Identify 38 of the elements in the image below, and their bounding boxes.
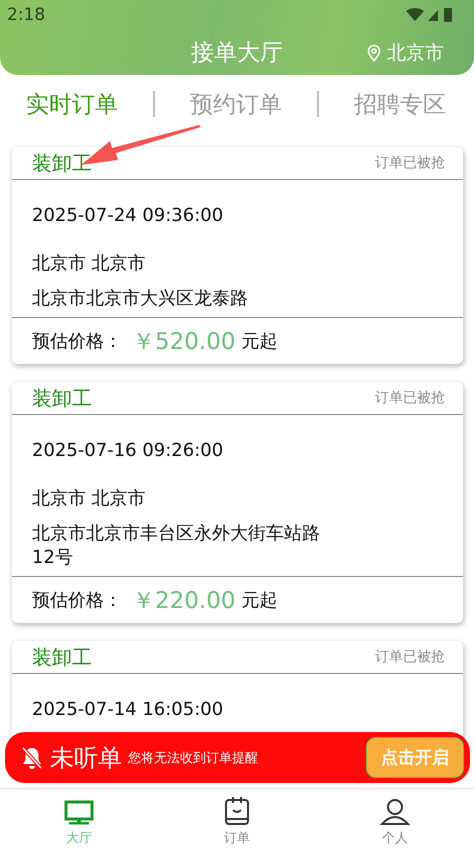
tab[interactable]: 实时订单	[26, 88, 118, 120]
order-time: 2025-07-16 09:26:00	[32, 439, 224, 463]
nav-tab[interactable]: 个人	[316, 789, 474, 849]
order-address: 北京市北京市丰台区永外大街车站路12号	[32, 522, 321, 570]
order-card[interactable]: 装卸工 订单已被抢 2025-07-16 09:26:00 北京市 北京市 北京市北京市丰台区永外大街车站路12号 预估价格： ￥220.00 元起	[12, 382, 463, 623]
order-status: 订单已被抢	[375, 648, 445, 666]
tab[interactable]: 招聘专区	[354, 88, 446, 120]
order-address: 北京市北京市大兴区龙泰路	[32, 287, 249, 311]
notice-message: 您将无法收到订单提醒	[128, 750, 259, 766]
order-time: 2025-07-14 16:05:00	[32, 698, 224, 722]
price-label: 预估价格：	[32, 330, 122, 353]
enable-button[interactable]: 点击开启	[366, 737, 464, 778]
job-title: 装卸工	[32, 644, 92, 670]
monitor-icon	[64, 800, 94, 826]
job-title: 装卸工	[32, 150, 92, 176]
status-time: 2:18	[7, 5, 46, 25]
job-title: 装卸工	[32, 384, 92, 412]
page-title: 接单大厅	[191, 39, 283, 68]
location-button[interactable]: 北京市	[367, 40, 444, 66]
bell-off-icon	[21, 746, 43, 770]
person-icon	[380, 798, 410, 826]
nav-tab[interactable]: 订单	[158, 789, 316, 849]
price-value: ￥520.00	[132, 328, 236, 356]
nav-tab[interactable]: 大厅	[0, 789, 158, 849]
tab[interactable]: 预约订单	[190, 88, 282, 120]
order-card[interactable]: 装卸工 订单已被抢 2025-07-24 09:36:00 北京市 北京市 北京市北京市大兴区龙泰路 预估价格： ￥520.00 元起	[12, 147, 463, 364]
location-pin-icon	[367, 44, 381, 62]
price-value: ￥220.00	[132, 586, 236, 616]
price-suffix: 元起	[241, 330, 278, 353]
order-time: 2025-07-24 09:36:00	[32, 204, 224, 228]
order-status: 订单已被抢	[375, 154, 445, 172]
clipboard-icon	[224, 796, 250, 826]
status-icons	[406, 6, 454, 24]
price-suffix: 元起	[241, 589, 278, 612]
order-region: 北京市 北京市	[32, 487, 147, 511]
order-status: 订单已被抢	[375, 389, 445, 407]
order-region: 北京市 北京市	[32, 252, 147, 276]
price-label: 预估价格：	[32, 589, 122, 612]
